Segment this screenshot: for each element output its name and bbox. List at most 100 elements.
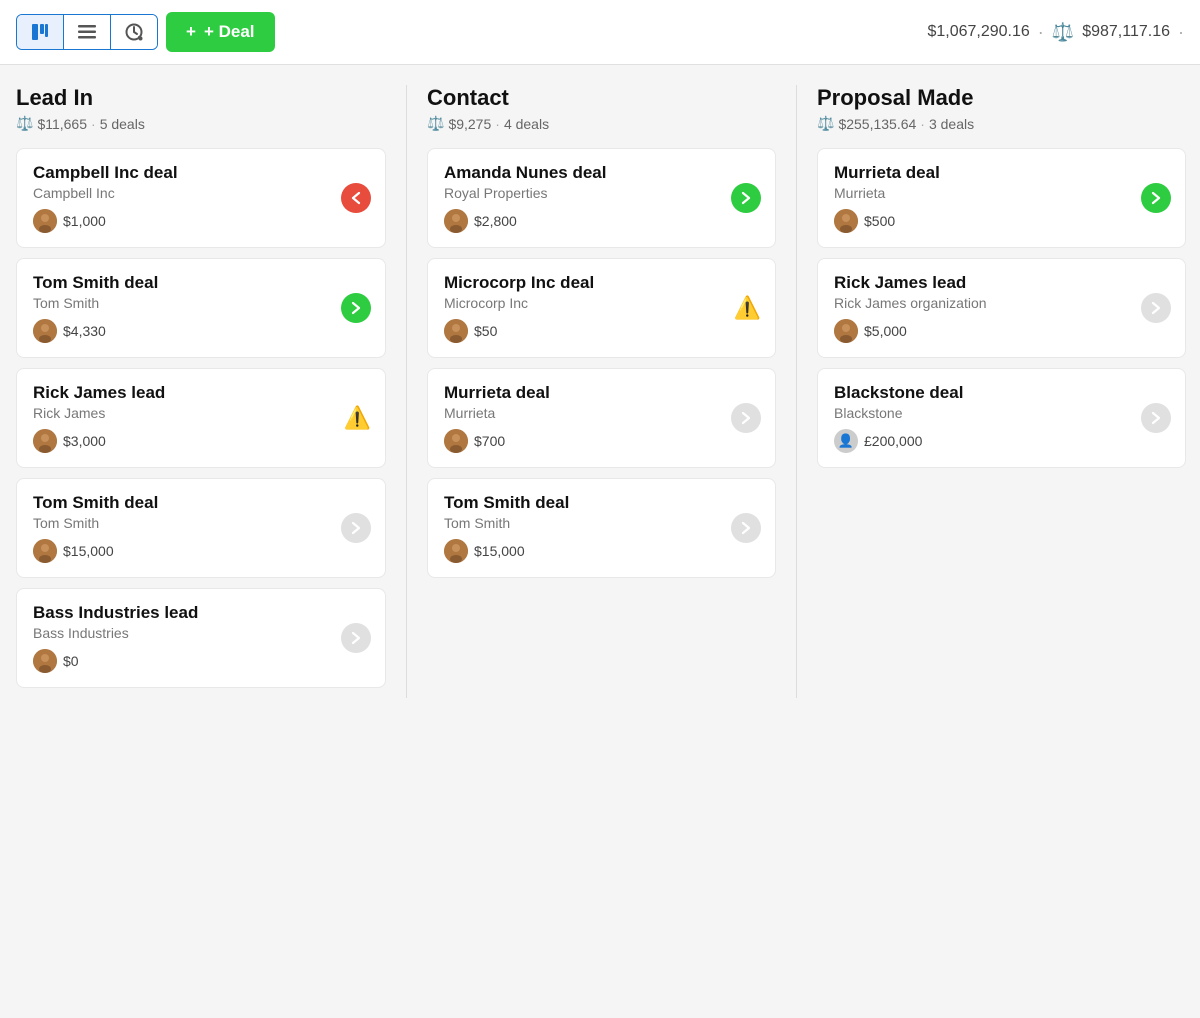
avatar xyxy=(33,319,57,343)
deal-bottom: 👤£200,000 xyxy=(834,429,1169,453)
col-meta-proposal-made: ⚖️ $255,135.64 · 3 deals xyxy=(817,115,1186,132)
col-deals-count: 4 deals xyxy=(504,116,549,132)
deal-card[interactable]: Bass Industries lead Bass Industries $0 xyxy=(16,588,386,688)
deal-org: Blackstone xyxy=(834,405,1169,421)
deal-amount: $15,000 xyxy=(63,543,114,559)
deal-card[interactable]: Blackstone deal Blackstone 👤£200,000 xyxy=(817,368,1186,468)
deal-card[interactable]: Murrieta dealMurrieta $700 xyxy=(427,368,776,468)
deal-amount: $1,000 xyxy=(63,213,106,229)
balance-icon-col: ⚖️ xyxy=(16,115,33,132)
deal-status-button[interactable] xyxy=(1141,183,1171,213)
deal-bottom: $2,800 xyxy=(444,209,759,233)
deal-title: Rick James lead xyxy=(834,273,1169,293)
deal-org: Royal Properties xyxy=(444,185,759,201)
deal-card[interactable]: ⚠️Microcorp Inc dealMicrocorp Inc $50 xyxy=(427,258,776,358)
deal-bottom: $0 xyxy=(33,649,369,673)
deal-status-button[interactable] xyxy=(341,183,371,213)
col-deals-count: 3 deals xyxy=(929,116,974,132)
avatar xyxy=(444,429,468,453)
balance-icon: ⚖️ xyxy=(1052,22,1074,43)
deal-card[interactable]: Tom Smith deal Tom Smith $4,330 xyxy=(16,258,386,358)
col-meta-contact: ⚖️ $9,275 · 4 deals xyxy=(427,115,776,132)
avatar xyxy=(33,649,57,673)
avatar: 👤 xyxy=(834,429,858,453)
col-amount: $255,135.64 xyxy=(838,116,916,132)
deal-title: Tom Smith deal xyxy=(444,493,759,513)
deal-title: Murrieta deal xyxy=(834,163,1169,183)
avatar xyxy=(834,319,858,343)
deal-bottom: $4,330 xyxy=(33,319,369,343)
col-title-contact: Contact xyxy=(427,85,776,111)
deal-amount: $50 xyxy=(474,323,497,339)
warning-icon: ⚠️ xyxy=(734,295,761,321)
dot-separator-1: · xyxy=(1038,22,1044,43)
deal-title: Blackstone deal xyxy=(834,383,1169,403)
toolbar: + + Deal $1,067,290.16 · ⚖️ $987,117.16 … xyxy=(0,0,1200,65)
plus-icon: + xyxy=(186,22,196,42)
deal-org: Campbell Inc xyxy=(33,185,369,201)
list-view-button[interactable] xyxy=(64,15,111,49)
col-amount: $11,665 xyxy=(37,116,87,132)
deal-title: Rick James lead xyxy=(33,383,369,403)
deal-status-button[interactable] xyxy=(731,403,761,433)
col-meta-lead-in: ⚖️ $11,665 · 5 deals xyxy=(16,115,386,132)
column-proposal-made: Proposal Made⚖️ $255,135.64 · 3 dealsMur… xyxy=(796,85,1186,698)
deal-bottom: $3,000 xyxy=(33,429,369,453)
deal-org: Microcorp Inc xyxy=(444,295,759,311)
deal-status-button[interactable] xyxy=(341,513,371,543)
balance-icon-col: ⚖️ xyxy=(817,115,834,132)
kanban-board: Lead In ⚖️ $11,665 · 5 deals Campbell Inc … xyxy=(0,65,1200,718)
deal-status-button[interactable] xyxy=(1141,403,1171,433)
avatar xyxy=(33,539,57,563)
deal-title: Bass Industries lead xyxy=(33,603,369,623)
total-amount: $1,067,290.16 xyxy=(927,23,1029,41)
deal-org: Bass Industries xyxy=(33,625,369,641)
deal-bottom: $700 xyxy=(444,429,759,453)
deal-bottom: $15,000 xyxy=(33,539,369,563)
deal-title: Tom Smith deal xyxy=(33,273,369,293)
deal-card[interactable]: Murrieta dealMurrieta $500 xyxy=(817,148,1186,248)
totals-section: $1,067,290.16 · ⚖️ $987,117.16 · xyxy=(927,22,1184,43)
deal-bottom: $1,000 xyxy=(33,209,369,233)
deal-card[interactable]: Tom Smith dealTom Smith $15,000 xyxy=(427,478,776,578)
deal-card[interactable]: ⚠️Rick James lead Rick James $3,000 xyxy=(16,368,386,468)
deal-card[interactable]: Amanda Nunes deal Royal Properties $2,800 xyxy=(427,148,776,248)
dot-separator-2: · xyxy=(1178,22,1184,43)
deal-bottom: $15,000 xyxy=(444,539,759,563)
deal-status-button[interactable] xyxy=(341,623,371,653)
deal-status-button[interactable] xyxy=(731,513,761,543)
deal-amount: $4,330 xyxy=(63,323,106,339)
col-title-lead-in: Lead In xyxy=(16,85,386,111)
deal-status-button[interactable] xyxy=(341,293,371,323)
deal-card[interactable]: Rick James leadRick James organization $… xyxy=(817,258,1186,358)
deal-org: Tom Smith xyxy=(33,295,369,311)
deal-org: Rick James xyxy=(33,405,369,421)
deal-amount: $2,800 xyxy=(474,213,517,229)
deal-bottom: $50 xyxy=(444,319,759,343)
deal-org: Murrieta xyxy=(444,405,759,421)
view-buttons xyxy=(16,14,158,50)
deal-status-button[interactable] xyxy=(1141,293,1171,323)
avatar xyxy=(33,209,57,233)
deal-bottom: $5,000 xyxy=(834,319,1169,343)
deal-title: Campbell Inc deal xyxy=(33,163,369,183)
add-deal-button[interactable]: + + Deal xyxy=(166,12,275,52)
deal-card[interactable]: Campbell Inc deal Campbell Inc $1,000 xyxy=(16,148,386,248)
warning-icon: ⚠️ xyxy=(344,405,371,431)
deal-amount: $15,000 xyxy=(474,543,525,559)
avatar xyxy=(834,209,858,233)
deal-amount: $500 xyxy=(864,213,895,229)
deal-title: Amanda Nunes deal xyxy=(444,163,759,183)
deal-card[interactable]: Tom Smith dealTom Smith $15,000 xyxy=(16,478,386,578)
col-amount: $9,275 xyxy=(448,116,491,132)
deal-amount: $700 xyxy=(474,433,505,449)
add-deal-label: + Deal xyxy=(204,22,255,42)
kanban-view-button[interactable] xyxy=(17,15,64,49)
avatar xyxy=(444,319,468,343)
col-header-contact: Contact ⚖️ $9,275 · 4 deals xyxy=(427,85,776,132)
avatar xyxy=(444,539,468,563)
col-deals-count: 5 deals xyxy=(100,116,145,132)
activity-view-button[interactable] xyxy=(111,15,157,49)
col-header-lead-in: Lead In ⚖️ $11,665 · 5 deals xyxy=(16,85,386,132)
deal-status-button[interactable] xyxy=(731,183,761,213)
